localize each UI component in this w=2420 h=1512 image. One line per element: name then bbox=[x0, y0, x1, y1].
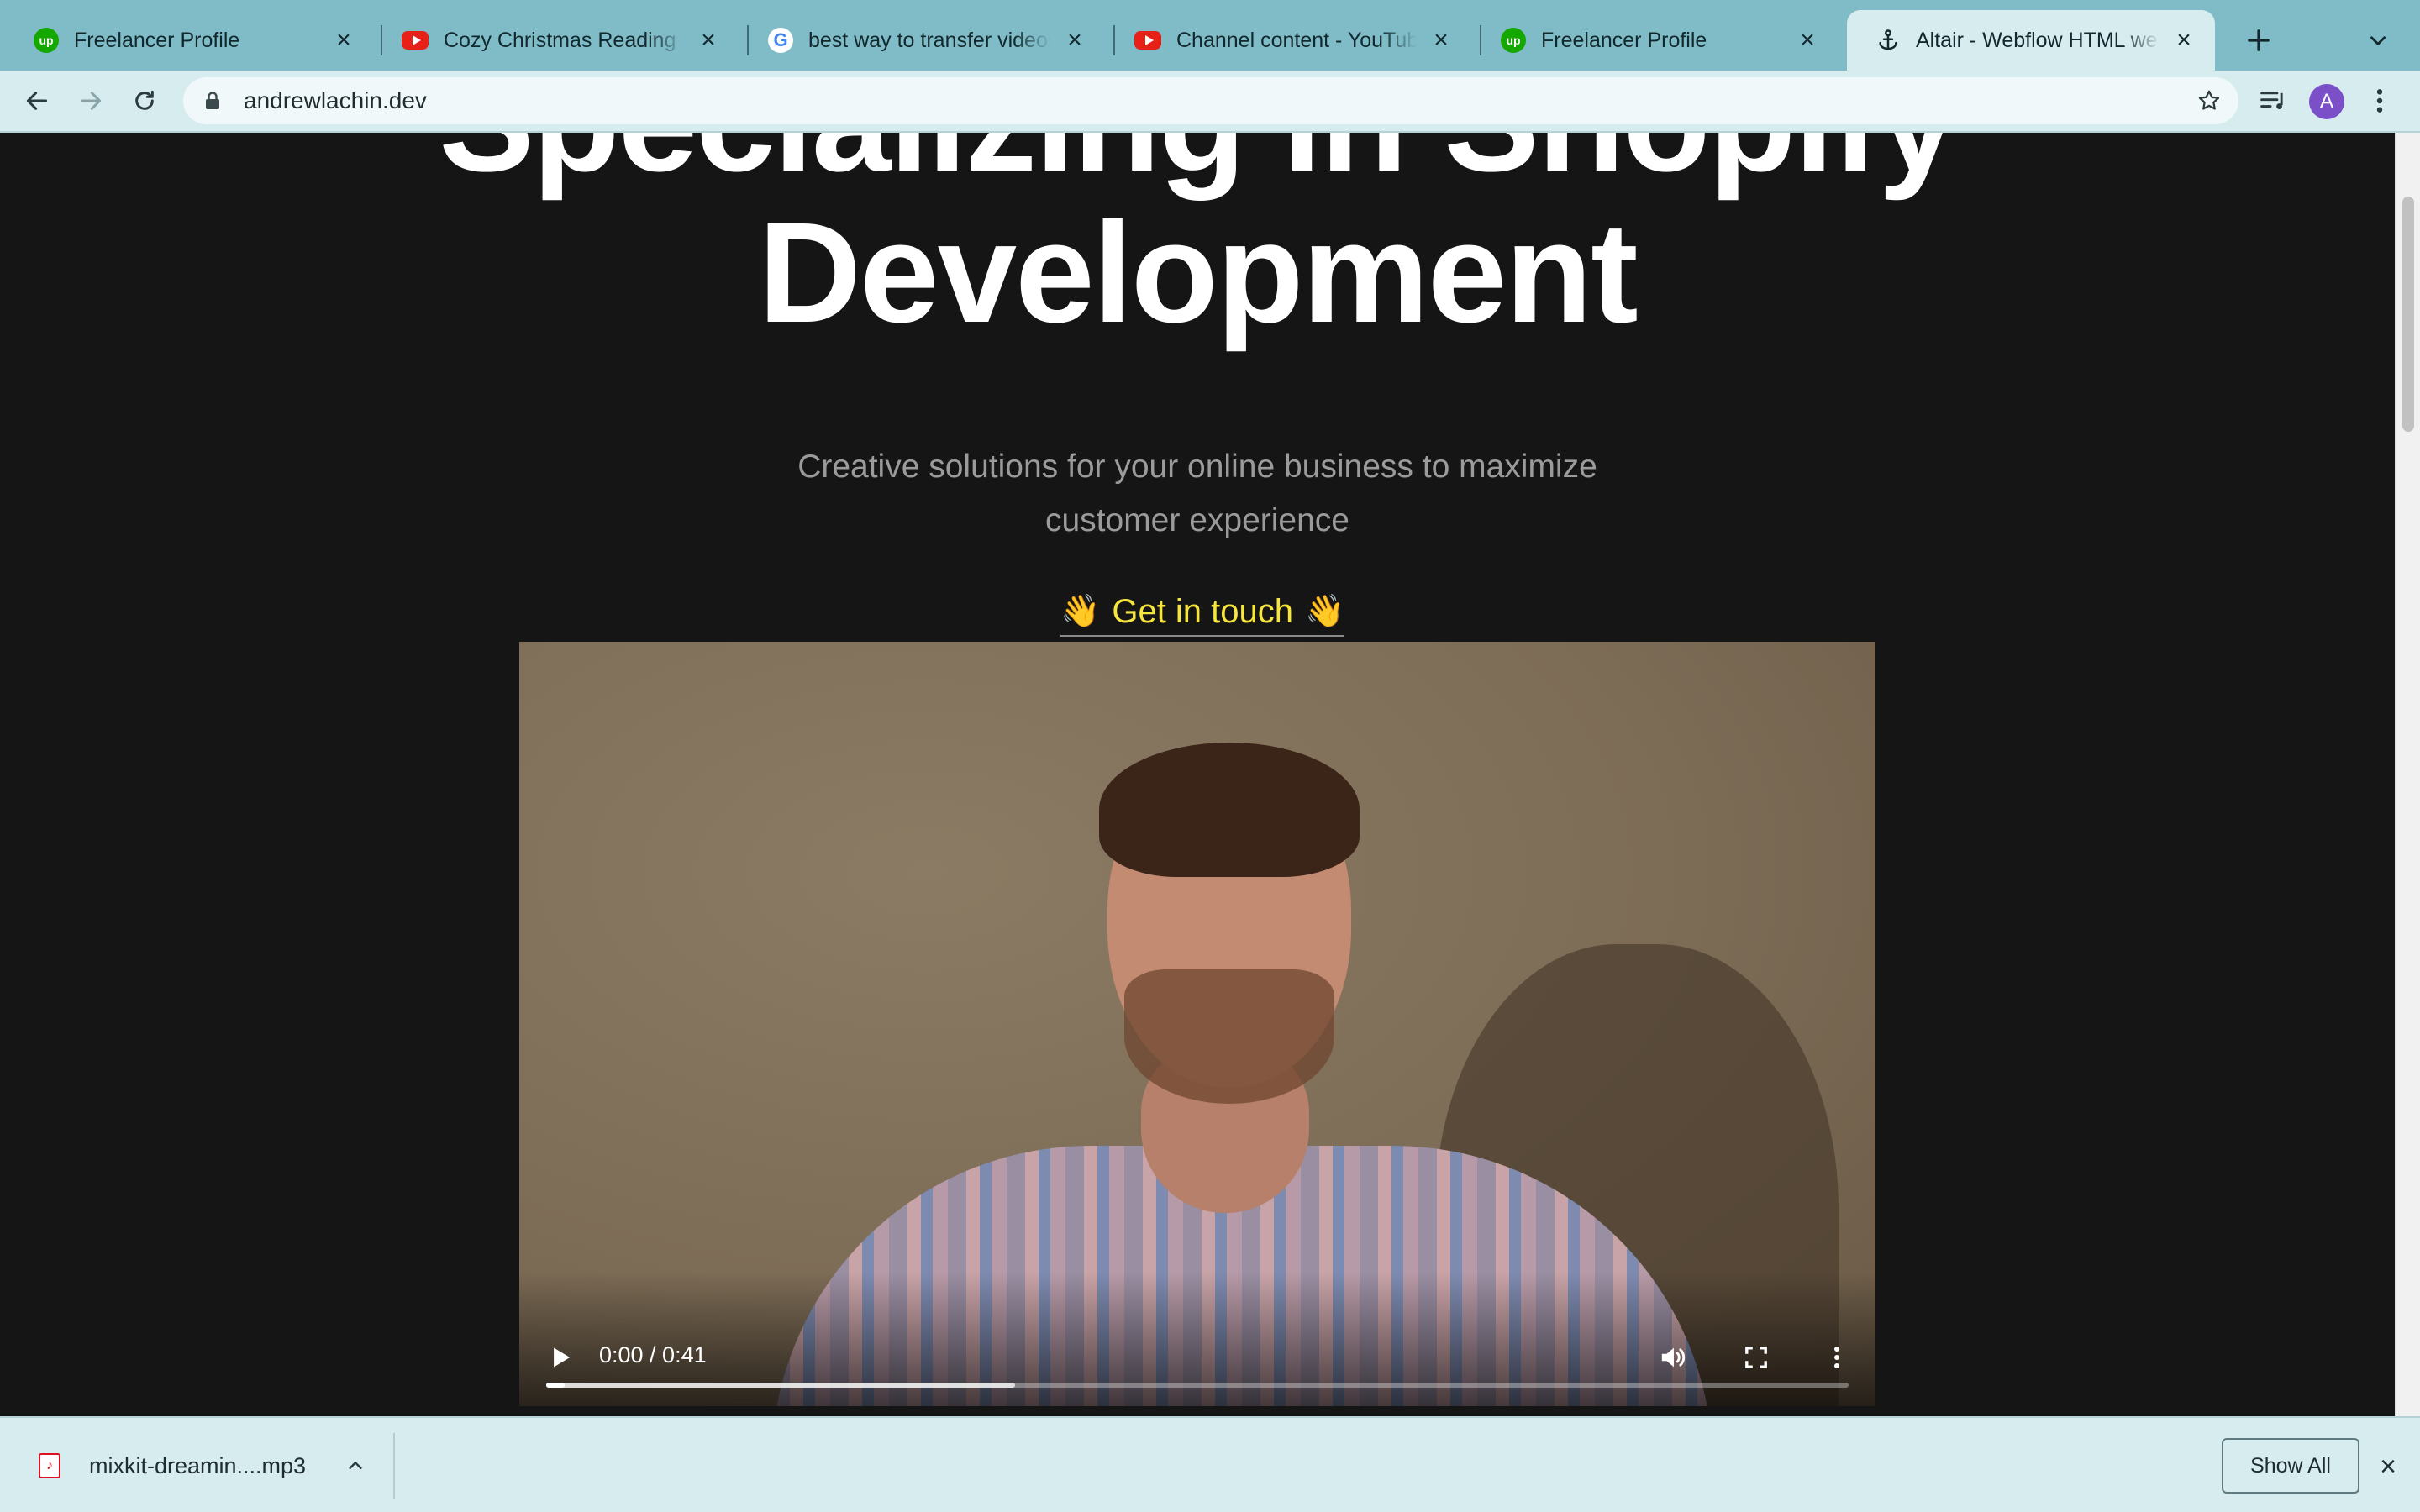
page-scrollbar[interactable] bbox=[2395, 133, 2420, 1416]
kebab-menu-icon bbox=[2376, 89, 2383, 113]
video-played-range bbox=[546, 1383, 565, 1388]
reload-button[interactable] bbox=[123, 79, 166, 123]
new-tab-button[interactable] bbox=[2235, 17, 2282, 64]
chevron-down-icon bbox=[2370, 36, 2386, 45]
anchor-icon bbox=[1876, 28, 1901, 53]
chevron-up-icon[interactable] bbox=[343, 1453, 368, 1478]
web-page: Specializing in Shopify Development Crea… bbox=[0, 133, 2395, 1416]
close-shelf-icon[interactable]: × bbox=[2370, 1448, 2407, 1485]
hero-heading-line-1: Specializing in Shopify bbox=[439, 133, 1957, 202]
tab-google-search[interactable]: G best way to transfer videos × bbox=[739, 10, 1106, 71]
tab-title: Cozy Christmas Reading Nook bbox=[444, 28, 684, 52]
hero-heading: Specializing in Shopify Development bbox=[0, 133, 2395, 349]
reading-list-button[interactable] bbox=[2252, 79, 2296, 123]
forward-button[interactable] bbox=[69, 79, 113, 123]
play-icon bbox=[554, 1347, 571, 1368]
intro-video-player[interactable]: 0:00 / 0:41 bbox=[519, 642, 1876, 1406]
back-button[interactable] bbox=[15, 79, 59, 123]
arrow-right-icon bbox=[80, 92, 102, 110]
plus-icon bbox=[2248, 29, 2270, 51]
file-icon: ♪ bbox=[39, 1453, 60, 1478]
download-file-name[interactable]: mixkit-dreamin....mp3 bbox=[89, 1453, 306, 1479]
download-item[interactable]: ♪ mixkit-dreamin....mp3 bbox=[25, 1433, 395, 1499]
fullscreen-icon bbox=[1745, 1347, 1767, 1368]
video-progress-bar[interactable] bbox=[546, 1383, 1849, 1388]
hero-subtitle: Creative solutions for your online busin… bbox=[797, 449, 1597, 538]
tab-freelancer-profile-1[interactable]: up Freelancer Profile × bbox=[5, 10, 375, 71]
tab-channel-content[interactable]: Channel content - YouTube × bbox=[1106, 10, 1472, 71]
close-tab-icon[interactable]: × bbox=[696, 26, 721, 54]
video-more-options-button[interactable] bbox=[1818, 1339, 1855, 1376]
video-time-display: 0:00 / 0:41 bbox=[599, 1342, 707, 1368]
waving-hand-icon: 👋 bbox=[1060, 594, 1101, 629]
profile-avatar[interactable]: A bbox=[2309, 84, 2344, 119]
close-tab-icon[interactable]: × bbox=[1062, 26, 1087, 54]
show-all-downloads-button[interactable]: Show All bbox=[2222, 1438, 2360, 1494]
tab-cozy-christmas[interactable]: Cozy Christmas Reading Nook × bbox=[373, 10, 739, 71]
url-text[interactable]: andrewlachin.dev bbox=[244, 87, 427, 114]
tab-title: Altair - Webflow HTML website bbox=[1916, 28, 2160, 52]
video-play-button[interactable] bbox=[543, 1339, 580, 1376]
close-tab-icon[interactable]: × bbox=[331, 26, 356, 54]
lock-icon[interactable] bbox=[202, 90, 224, 112]
cta-label: Get in touch bbox=[1112, 592, 1294, 630]
tab-title: Freelancer Profile bbox=[74, 28, 240, 52]
video-fullscreen-button[interactable] bbox=[1738, 1339, 1775, 1376]
scrollbar-thumb[interactable] bbox=[2402, 197, 2414, 432]
video-frame-hair bbox=[1099, 743, 1360, 877]
get-in-touch-link[interactable]: 👋 Get in touch 👋 bbox=[1060, 588, 1345, 637]
tab-title: Channel content - YouTube bbox=[1176, 28, 1417, 52]
close-tab-icon[interactable]: × bbox=[2171, 26, 2196, 54]
volume-icon bbox=[1661, 1347, 1686, 1368]
kebab-menu-icon bbox=[1834, 1347, 1839, 1368]
google-icon: G bbox=[768, 28, 793, 53]
reload-icon bbox=[135, 90, 154, 110]
tab-search-button[interactable] bbox=[2361, 24, 2395, 57]
address-bar[interactable]: andrewlachin.dev bbox=[183, 77, 2238, 124]
video-buffered-range bbox=[546, 1383, 1015, 1388]
browser-menu-button[interactable] bbox=[2363, 79, 2396, 123]
tab-title: best way to transfer videos bbox=[808, 28, 1050, 52]
hero-heading-line-2: Development bbox=[758, 193, 1638, 353]
youtube-icon bbox=[402, 31, 429, 50]
browser-toolbar: andrewlachin.dev A bbox=[0, 71, 2420, 133]
video-volume-button[interactable] bbox=[1655, 1339, 1692, 1376]
tab-title: Freelancer Profile bbox=[1541, 28, 1707, 52]
close-tab-icon[interactable]: × bbox=[1795, 26, 1820, 54]
playlist-icon bbox=[2260, 92, 2283, 109]
youtube-icon bbox=[1134, 31, 1161, 50]
arrow-left-icon bbox=[26, 92, 48, 110]
tab-freelancer-profile-2[interactable]: up Freelancer Profile × bbox=[1472, 10, 1839, 71]
video-frame-beard bbox=[1124, 969, 1334, 1104]
download-shelf: ♪ mixkit-dreamin....mp3 Show All × bbox=[0, 1416, 2420, 1512]
upwork-icon: up bbox=[34, 28, 59, 53]
tab-strip: up Freelancer Profile × Cozy Christmas R… bbox=[0, 0, 2420, 71]
bookmark-star-icon[interactable] bbox=[2195, 87, 2223, 115]
close-tab-icon[interactable]: × bbox=[1428, 26, 1454, 54]
waving-hand-icon: 👋 bbox=[1305, 594, 1345, 629]
upwork-icon: up bbox=[1501, 28, 1526, 53]
tab-altair-webflow[interactable]: Altair - Webflow HTML website × bbox=[1847, 10, 2215, 71]
